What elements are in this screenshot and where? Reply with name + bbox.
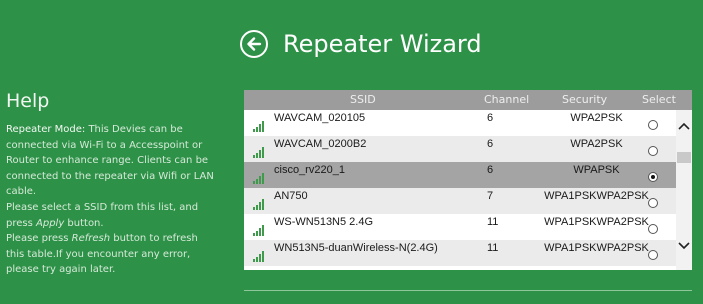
channel-cell: 6 — [487, 164, 494, 176]
wifi-signal-icon — [253, 198, 267, 210]
wifi-signal-icon — [253, 146, 267, 158]
help-apply-word: Apply — [36, 217, 65, 229]
select-radio[interactable] — [648, 198, 658, 208]
chevron-up-icon — [678, 122, 690, 130]
channel-cell: 7 — [487, 190, 494, 202]
help-mode-label: Repeater Mode: — [6, 124, 86, 135]
security-cell: WPA1PSKWPA2PSK — [544, 216, 649, 228]
security-cell: WPA1PSKWPA2PSK — [544, 190, 649, 202]
wifi-signal-icon — [253, 120, 267, 132]
page-title: Repeater Wizard — [283, 30, 482, 58]
table-row[interactable]: WN513N5-duanWireless-N(2.4G) 11 WPA1PSKWPA… — [244, 240, 676, 266]
table-row[interactable]: cisco_rv220_1 6 WPAPSK — [244, 162, 676, 188]
select-radio[interactable] — [648, 224, 658, 234]
ssid-cell: AN750 — [274, 190, 308, 202]
help-select-paragraph: Please select a SSID from this list, and… — [6, 201, 199, 229]
help-title: Help — [6, 90, 50, 112]
column-header-select: Select — [642, 93, 676, 106]
scroll-down-button[interactable] — [676, 238, 692, 254]
scroll-up-button[interactable] — [676, 118, 692, 134]
column-header-security: Security — [562, 93, 608, 106]
channel-cell: 11 — [487, 242, 499, 254]
help-refresh-word: Refresh — [71, 233, 111, 245]
back-button[interactable] — [240, 30, 268, 58]
scroll-thumb[interactable] — [677, 152, 691, 163]
column-header-channel: Channel — [484, 93, 530, 106]
help-refresh-paragraph: Please press Refresh button to refresh t… — [6, 233, 198, 276]
help-text: Repeater Mode: This Devies can be connec… — [6, 122, 218, 304]
ssid-cell: WN513N5-duanWireless-N(2.4G) — [274, 242, 438, 254]
table-row[interactable]: WAVCAM_020105 6 WPA2PSK — [244, 110, 676, 136]
security-cell: WPA2PSK — [570, 112, 623, 124]
back-arrow-icon — [247, 37, 262, 51]
table-row[interactable]: WS-WN513N5 2.4G 11 WPA1PSKWPA2PSK — [244, 214, 676, 240]
ssid-cell: WAVCAM_0200B2 — [274, 138, 367, 150]
table-header: SSID Channel Security Select — [244, 90, 692, 110]
select-radio[interactable] — [648, 146, 658, 156]
table-row[interactable]: AN750 7 WPA1PSKWPA2PSK — [244, 188, 676, 214]
divider — [244, 290, 692, 291]
ssid-table: SSID Channel Security Select WAVCAM_0201… — [244, 90, 692, 270]
select-radio[interactable] — [648, 250, 658, 260]
wifi-signal-icon — [253, 172, 267, 184]
column-header-ssid: SSID — [350, 93, 376, 106]
table-scrollbar[interactable] — [676, 110, 692, 270]
channel-cell: 6 — [487, 112, 494, 124]
wifi-signal-icon — [253, 250, 267, 262]
ssid-cell: WAVCAM_020105 — [274, 112, 366, 124]
security-cell: WPA2PSK — [570, 138, 623, 150]
wifi-signal-icon — [253, 224, 267, 236]
table-body: WAVCAM_020105 6 WPA2PSK WAVCAM_0200B2 6 WPA2P… — [244, 110, 676, 266]
select-radio[interactable] — [648, 172, 658, 182]
ssid-cell: cisco_rv220_1 — [274, 164, 345, 176]
help-mode-paragraph: Repeater Mode: This Devies can be connec… — [6, 122, 218, 200]
help-mode-text: This Devies can be connected via Wi-Fi t… — [6, 124, 214, 198]
table-row[interactable]: WAVCAM_0200B2 6 WPA2PSK — [244, 136, 676, 162]
ssid-cell: WS-WN513N5 2.4G — [274, 216, 374, 228]
chevron-down-icon — [678, 242, 690, 250]
security-cell: WPA1PSKWPA2PSK — [544, 242, 649, 254]
channel-cell: 11 — [487, 216, 499, 228]
select-radio[interactable] — [648, 120, 658, 130]
channel-cell: 6 — [487, 138, 494, 150]
security-cell: WPAPSK — [573, 164, 620, 176]
